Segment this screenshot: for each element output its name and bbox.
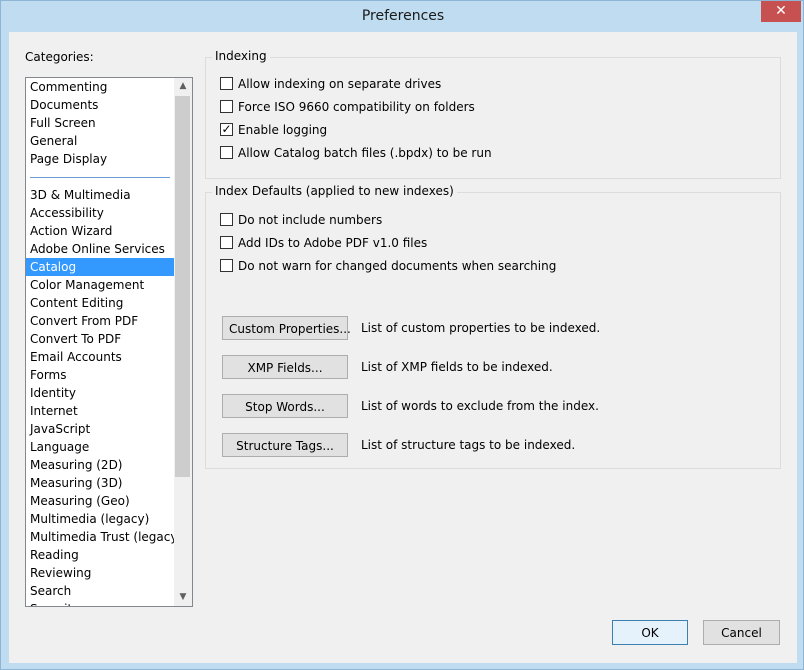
checkbox-label: Do not include numbers xyxy=(238,213,383,227)
checkbox-label: Enable logging xyxy=(238,123,328,137)
window-title: Preferences xyxy=(361,8,445,24)
category-item[interactable]: Email Accounts xyxy=(26,348,174,366)
checkbox-label: Force ISO 9660 compatibility on folders xyxy=(238,100,475,114)
close-button[interactable]: ✕ xyxy=(761,1,801,22)
checkbox-label: Do not warn for changed documents when s… xyxy=(238,259,557,273)
category-item[interactable]: Search xyxy=(26,582,174,600)
category-item[interactable]: Measuring (3D) xyxy=(26,474,174,492)
category-item[interactable]: 3D & Multimedia xyxy=(26,186,174,204)
indexing-group: Indexing Allow indexing on separate driv… xyxy=(205,49,781,179)
category-item[interactable]: Catalog xyxy=(26,258,174,276)
title-bar[interactable]: Preferences ✕ xyxy=(1,1,804,32)
category-separator xyxy=(26,168,174,186)
category-item[interactable]: Measuring (Geo) xyxy=(26,492,174,510)
category-item[interactable]: Multimedia Trust (legacy) xyxy=(26,528,182,546)
categories-scrollbar[interactable]: ▲ ▼ xyxy=(174,78,192,606)
checkbox-box[interactable] xyxy=(220,77,233,90)
checkbox-box[interactable] xyxy=(220,236,233,249)
custom-properties-description: List of custom properties to be indexed. xyxy=(361,321,601,335)
category-item[interactable]: Color Management xyxy=(26,276,174,294)
category-item[interactable]: Adobe Online Services xyxy=(26,240,174,258)
category-item[interactable]: Forms xyxy=(26,366,174,384)
scroll-down-arrow-icon[interactable]: ▼ xyxy=(174,589,192,606)
category-item[interactable]: Reading xyxy=(26,546,174,564)
ok-button[interactable]: OK xyxy=(612,620,688,645)
xmp-fields-description: List of XMP fields to be indexed. xyxy=(361,360,553,374)
xmp-fields-button[interactable]: XMP Fields... xyxy=(222,355,348,379)
category-item[interactable]: Reviewing xyxy=(26,564,174,582)
category-item[interactable]: JavaScript xyxy=(26,420,174,438)
dialog-content: Categories: Commenting Documents Full Scre… xyxy=(9,32,797,663)
stop-words-button[interactable]: Stop Words... xyxy=(222,394,348,418)
categories-items: Commenting Documents Full Screen General Pag… xyxy=(26,78,182,606)
category-item[interactable]: Documents xyxy=(26,96,174,114)
close-icon: ✕ xyxy=(775,3,787,19)
category-item[interactable]: General xyxy=(26,132,174,150)
category-item[interactable]: Multimedia (legacy) xyxy=(26,510,174,528)
preferences-window: Preferences ✕ Categories: Commenting Docu… xyxy=(0,0,804,670)
checkbox-label: Allow Catalog batch files (.bpdx) to be … xyxy=(238,146,492,160)
category-item[interactable]: Commenting xyxy=(26,78,174,96)
category-item[interactable]: Action Wizard xyxy=(26,222,174,240)
checkbox-label: Allow indexing on separate drives xyxy=(238,77,442,91)
category-item[interactable]: Language xyxy=(26,438,174,456)
category-item[interactable]: Identity xyxy=(26,384,174,402)
structure-tags-description: List of structure tags to be indexed. xyxy=(361,438,576,452)
checkmark-icon[interactable]: ✓ xyxy=(220,123,233,136)
checkbox-box[interactable] xyxy=(220,213,233,226)
category-item[interactable]: Accessibility xyxy=(26,204,174,222)
indexing-group-title: Indexing xyxy=(212,49,270,63)
scrollbar-thumb[interactable] xyxy=(175,96,190,477)
index-defaults-group-title: Index Defaults (applied to new indexes) xyxy=(212,184,457,198)
category-item[interactable]: Content Editing xyxy=(26,294,174,312)
category-item[interactable]: Page Display xyxy=(26,150,174,168)
checkbox-label: Add IDs to Adobe PDF v1.0 files xyxy=(238,236,428,250)
categories-list[interactable]: Commenting Documents Full Screen General Pag… xyxy=(25,77,193,607)
index-defaults-group: Index Defaults (applied to new indexes) … xyxy=(205,184,781,469)
category-item[interactable]: Security xyxy=(26,600,174,606)
category-item[interactable]: Internet xyxy=(26,402,174,420)
checkbox-box[interactable] xyxy=(220,100,233,113)
stop-words-description: List of words to exclude from the index. xyxy=(361,399,599,413)
category-item[interactable]: Convert From PDF xyxy=(26,312,174,330)
categories-label: Categories: xyxy=(25,50,94,64)
checkbox-box[interactable] xyxy=(220,259,233,272)
cancel-button[interactable]: Cancel xyxy=(703,620,780,645)
category-item[interactable]: Convert To PDF xyxy=(26,330,174,348)
category-item[interactable]: Full Screen xyxy=(26,114,174,132)
structure-tags-button[interactable]: Structure Tags... xyxy=(222,433,348,457)
scroll-up-arrow-icon[interactable]: ▲ xyxy=(174,78,192,95)
checkbox-box[interactable] xyxy=(220,146,233,159)
category-item[interactable]: Measuring (2D) xyxy=(26,456,174,474)
custom-properties-button[interactable]: Custom Properties... xyxy=(222,316,351,340)
